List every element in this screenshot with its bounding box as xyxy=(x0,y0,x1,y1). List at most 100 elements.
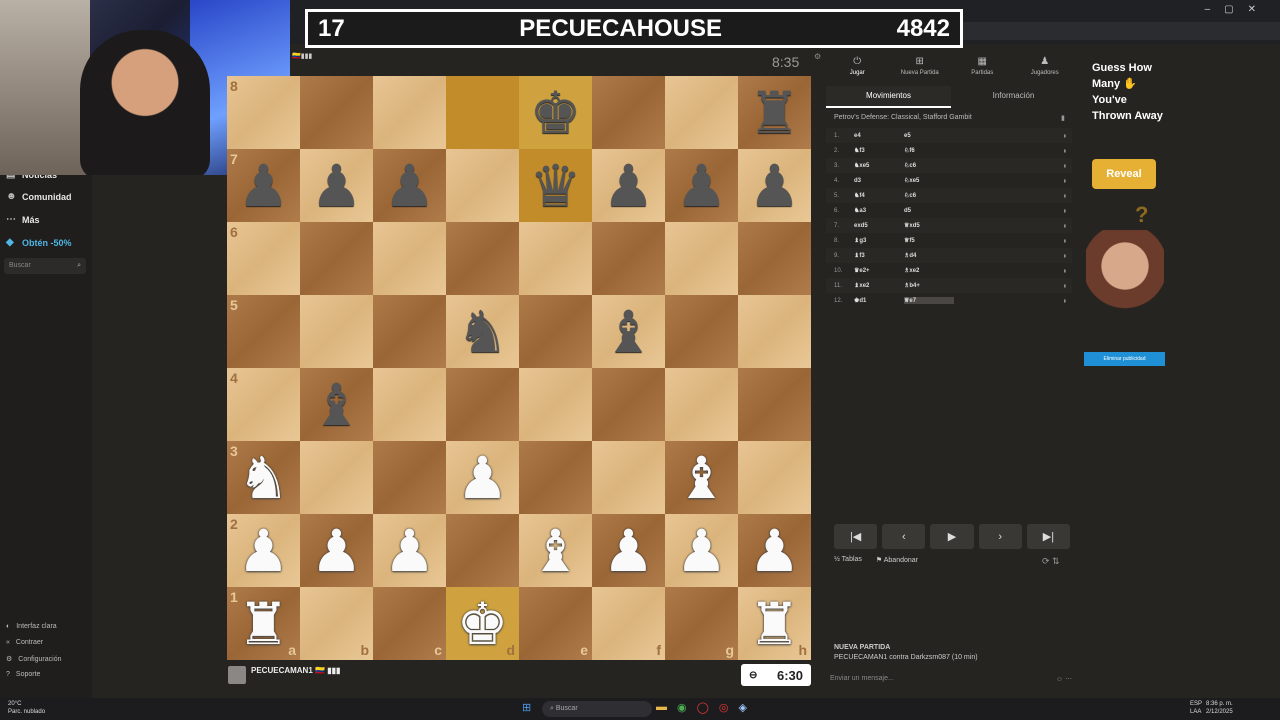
square-g6[interactable] xyxy=(665,222,738,295)
white-knight-icon[interactable]: ♞ xyxy=(238,449,290,507)
square-d7[interactable] xyxy=(446,149,519,222)
square-c2[interactable]: ♟ xyxy=(373,514,446,587)
square-f5[interactable]: ♝ xyxy=(592,295,665,368)
steam-icon[interactable]: ◈ xyxy=(739,701,747,714)
sidebar-item-more[interactable]: ⋯ Más xyxy=(6,215,40,226)
sidebar-footer-support[interactable]: ? Soporte xyxy=(6,671,40,678)
white-move[interactable]: ♝g3 xyxy=(854,237,904,244)
black-move[interactable]: ♘c6 xyxy=(904,162,954,169)
black-move[interactable]: ♕f5 xyxy=(904,237,954,244)
black-knight-icon[interactable]: ♞ xyxy=(457,303,509,361)
next-move-button[interactable]: › xyxy=(978,524,1022,549)
square-g8[interactable] xyxy=(665,76,738,149)
square-a1[interactable]: 1 a ♜ xyxy=(227,587,300,660)
white-bishop-icon[interactable]: ♝ xyxy=(530,522,582,580)
white-move[interactable]: d3 xyxy=(854,178,904,184)
square-c7[interactable]: ♟ xyxy=(373,149,446,222)
black-move[interactable]: e5 xyxy=(904,133,954,139)
chat-input[interactable]: Enviar un mensaje... ☺ ⋯ xyxy=(826,670,1076,690)
square-g5[interactable] xyxy=(665,295,738,368)
square-a7[interactable]: 7 ♟ xyxy=(227,149,300,222)
black-pawn-icon[interactable]: ♟ xyxy=(603,157,655,215)
language-indicator[interactable]: ESP LAA xyxy=(1190,700,1202,716)
gear-icon[interactable]: ⚙ xyxy=(814,52,821,61)
square-c3[interactable] xyxy=(373,441,446,514)
white-move[interactable]: ♝f3 xyxy=(854,252,904,259)
square-c8[interactable] xyxy=(373,76,446,149)
square-d3[interactable]: ♟ xyxy=(446,441,519,514)
sidebar-footer-collapse[interactable]: « Contraer xyxy=(6,639,43,646)
white-rook-icon[interactable]: ♜ xyxy=(238,595,290,653)
black-queen-icon[interactable]: ♛ xyxy=(530,157,582,215)
play-button[interactable]: ▶ xyxy=(930,524,974,549)
square-a8[interactable]: 8 xyxy=(227,76,300,149)
black-move[interactable]: ♗xe2 xyxy=(904,267,954,274)
square-a4[interactable]: 4 xyxy=(227,368,300,441)
white-king-icon[interactable]: ♚ xyxy=(457,595,509,653)
emoji-icon[interactable]: ☺ ⋯ xyxy=(1056,675,1072,683)
taskbar-clock[interactable]: 8:36 p. m. 2/12/2025 xyxy=(1206,700,1233,716)
black-move[interactable]: ♕xd5 xyxy=(904,222,954,229)
square-h8[interactable]: ♜ xyxy=(738,76,811,149)
square-e4[interactable] xyxy=(519,368,592,441)
sidebar-footer-settings[interactable]: ⚙ Configuración xyxy=(6,655,61,664)
square-a2[interactable]: 2 ♟ xyxy=(227,514,300,587)
sidebar-item-community[interactable]: ☻ Comunidad xyxy=(6,192,72,203)
white-rook-icon[interactable]: ♜ xyxy=(749,595,801,653)
square-h7[interactable]: ♟ xyxy=(738,149,811,222)
white-pawn-icon[interactable]: ♟ xyxy=(603,522,655,580)
windows-start-icon[interactable]: ⊞ xyxy=(522,701,531,714)
opera-icon[interactable]: ◯ xyxy=(697,701,709,714)
square-b5[interactable] xyxy=(300,295,373,368)
square-b4[interactable]: ♝ xyxy=(300,368,373,441)
black-move[interactable]: d5 xyxy=(904,208,954,214)
address-bar[interactable] xyxy=(960,22,1280,40)
chrome-icon[interactable]: ◉ xyxy=(677,701,687,714)
ad-reveal-button[interactable]: Reveal xyxy=(1092,159,1156,189)
square-g4[interactable] xyxy=(665,368,738,441)
black-bishop-icon[interactable]: ♝ xyxy=(603,303,655,361)
last-move-button[interactable]: ▶| xyxy=(1026,524,1071,549)
black-bishop-icon[interactable]: ♝ xyxy=(311,376,363,434)
black-move[interactable]: ♗d4 xyxy=(904,252,954,259)
tab-players[interactable]: ♟ Jugadores xyxy=(1014,50,1077,84)
square-e1[interactable]: e xyxy=(519,587,592,660)
resign-button[interactable]: ⚑ Abandonar xyxy=(876,556,918,564)
square-e5[interactable] xyxy=(519,295,592,368)
square-d5[interactable]: ♞ xyxy=(446,295,519,368)
tab-moves[interactable]: Movimientos xyxy=(826,86,951,108)
player-name[interactable]: PECUECAMAN1 🇨🇴 ▮▮▮ xyxy=(251,666,340,675)
square-d4[interactable] xyxy=(446,368,519,441)
remove-ads-button[interactable]: Eliminar publicidad xyxy=(1084,352,1165,366)
black-pawn-icon[interactable]: ♟ xyxy=(311,157,363,215)
square-h4[interactable] xyxy=(738,368,811,441)
square-f7[interactable]: ♟ xyxy=(592,149,665,222)
black-rook-icon[interactable]: ♜ xyxy=(749,84,801,142)
square-a5[interactable]: 5 xyxy=(227,295,300,368)
square-h3[interactable] xyxy=(738,441,811,514)
square-g1[interactable]: g xyxy=(665,587,738,660)
window-controls[interactable]: –▢✕ xyxy=(1205,4,1270,15)
square-c1[interactable]: c xyxy=(373,587,446,660)
sidebar-footer-theme[interactable]: ◐ Interfaz clara xyxy=(6,623,57,630)
white-move[interactable]: ♞a3 xyxy=(854,207,904,214)
black-pawn-icon[interactable]: ♟ xyxy=(749,157,801,215)
square-h2[interactable]: ♟ xyxy=(738,514,811,587)
sidebar-search-input[interactable]: Buscar ⌕ xyxy=(4,258,86,274)
square-f6[interactable] xyxy=(592,222,665,295)
square-b7[interactable]: ♟ xyxy=(300,149,373,222)
square-d6[interactable] xyxy=(446,222,519,295)
prev-move-button[interactable]: ‹ xyxy=(882,524,926,549)
white-move[interactable]: ♞f3 xyxy=(854,147,904,154)
square-g2[interactable]: ♟ xyxy=(665,514,738,587)
white-move[interactable]: ♚d1 xyxy=(854,297,904,304)
folder-icon[interactable]: ▬ xyxy=(656,701,667,714)
square-h6[interactable] xyxy=(738,222,811,295)
white-pawn-icon[interactable]: ♟ xyxy=(311,522,363,580)
black-pawn-icon[interactable]: ♟ xyxy=(384,157,436,215)
tab-play[interactable]: ⏻ Jugar xyxy=(826,50,889,84)
chess-board[interactable]: 8 ♚ ♜ 7 ♟ ♟ ♟ ♛ ♟ ♟ ♟ 6 5 ♞ ♝ 4 ♝ 3 ♞ ♟ ♝ 2 ♟ ♟ ♟ ♝ ♟ ♟ ♟ 1 a ♜ b c d ♚ e f g h… xyxy=(227,76,811,660)
white-move[interactable]: ♞f4 xyxy=(854,192,904,199)
square-c5[interactable] xyxy=(373,295,446,368)
black-pawn-icon[interactable]: ♟ xyxy=(238,157,290,215)
